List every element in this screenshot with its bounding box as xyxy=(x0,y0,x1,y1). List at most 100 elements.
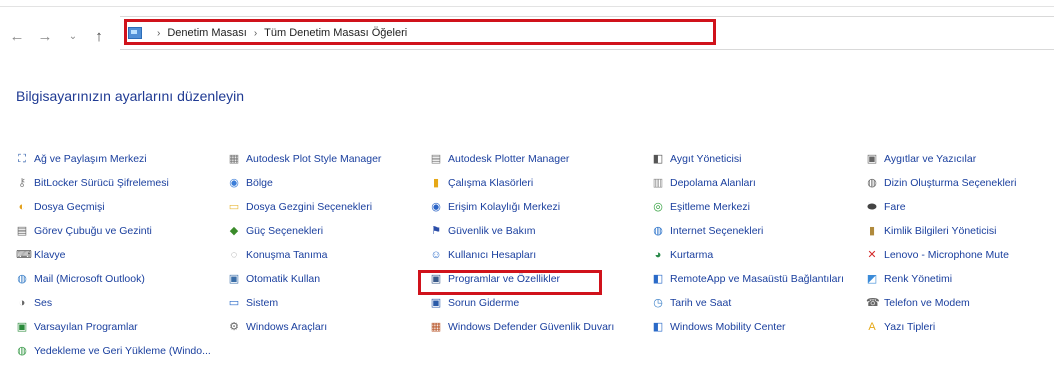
control-panel-item[interactable]: ◉ Erişim Kolaylığı Merkezi xyxy=(430,198,560,216)
navigation-forward: → xyxy=(34,26,56,46)
control-panel-item-label: Yedekleme ve Geri Yükleme (Windo... xyxy=(34,345,211,357)
speech-icon: ◌ xyxy=(230,249,238,261)
folder-options-icon: ▭ xyxy=(228,201,240,213)
back-arrow-icon[interactable]: ← xyxy=(6,26,28,46)
date-time-icon: ◷ xyxy=(653,297,663,309)
control-panel-item[interactable]: ◷ Tarih ve Saat xyxy=(652,294,731,312)
control-panel-item[interactable]: ▦ Windows Defender Güvenlik Duvarı xyxy=(430,318,615,336)
control-panel-item[interactable]: ⛶ Ağ ve Paylaşım Merkezi xyxy=(16,150,146,168)
control-panel-item-label: Fare xyxy=(884,201,906,213)
control-panel-item-label: Görev Çubuğu ve Gezinti xyxy=(34,225,152,237)
control-panel-item[interactable]: ⬬ Fare xyxy=(866,198,906,216)
color-icon: ◩ xyxy=(866,273,878,285)
control-panel-item[interactable]: ▤ Autodesk Plotter Manager xyxy=(430,150,570,168)
fonts-icon: A xyxy=(868,321,876,333)
control-panel-item[interactable]: ◍ Mail (Microsoft Outlook) xyxy=(16,270,145,288)
control-panel-item[interactable]: ▣ Otomatik Kullan xyxy=(228,270,320,288)
control-panel-item[interactable]: ⚷ BitLocker Sürücü Şifrelemesi xyxy=(16,174,169,192)
control-panel-item[interactable]: ◩ Renk Yönetimi xyxy=(866,270,952,288)
control-panel-item-label: Kimlik Bilgileri Yöneticisi xyxy=(884,225,997,237)
control-panel-item[interactable]: ▮ Çalışma Klasörleri xyxy=(430,174,533,192)
control-panel-item[interactable]: ◆ Güç Seçenekleri xyxy=(228,222,323,240)
microphone-mute-icon: ✕ xyxy=(867,249,877,261)
credential-icon: ▮ xyxy=(868,225,876,237)
control-panel-item-label: Internet Seçenekleri xyxy=(670,225,764,237)
control-panel-item-label: Klavye xyxy=(34,249,66,261)
control-panel-item[interactable]: ◐ Dosya Geçmişi xyxy=(16,198,105,216)
control-panel-item-label: Kullanıcı Hesapları xyxy=(448,249,537,261)
control-panel-item[interactable]: ◍ Internet Seçenekleri xyxy=(652,222,763,240)
control-panel-item[interactable]: ▣ Sorun Giderme xyxy=(430,294,519,312)
control-panel-item-label: Güvenlik ve Bakım xyxy=(448,225,536,237)
control-panel-item[interactable]: ☺ Kullanıcı Hesapları xyxy=(430,246,536,264)
control-panel-item-label: Telefon ve Modem xyxy=(884,297,970,309)
control-panel-item[interactable]: ▭ Dosya Gezgini Seçenekleri xyxy=(228,198,372,216)
user-accounts-icon: ☺ xyxy=(430,249,442,261)
control-panel-item-label: Yazı Tipleri xyxy=(884,321,936,333)
control-panel-item-label: Güç Seçenekleri xyxy=(246,225,324,237)
control-panel-item-label: Bölge xyxy=(246,177,273,189)
control-panel-item[interactable]: ⚑ Güvenlik ve Bakım xyxy=(430,222,536,240)
control-panel-item[interactable]: ◌ Konuşma Tanıma xyxy=(228,246,328,264)
control-panel-item-label: Kurtarma xyxy=(670,249,714,261)
firewall-icon: ▦ xyxy=(430,321,442,333)
accessibility-icon: ◉ xyxy=(431,201,441,213)
programs-highlight-box xyxy=(418,270,602,295)
power-icon: ◆ xyxy=(229,225,239,237)
recent-locations-chevron-icon[interactable]: ⌄ xyxy=(62,26,84,46)
control-panel-item-label: Çalışma Klasörleri xyxy=(448,177,534,189)
control-panel-item-label: Erişim Kolaylığı Merkezi xyxy=(448,201,561,213)
printer-icon: ▣ xyxy=(866,153,878,165)
control-panel-item-label: Sorun Giderme xyxy=(448,297,520,309)
control-panel-item[interactable]: ◍ Dizin Oluşturma Seçenekleri xyxy=(866,174,1016,192)
control-panel-item-label: Windows Defender Güvenlik Duvarı xyxy=(448,321,615,333)
control-panel-item[interactable]: ✕ Lenovo - Microphone Mute xyxy=(866,246,1009,264)
windows-tools-icon: ⚙ xyxy=(229,321,239,333)
control-panel-item[interactable]: ⌨ Klavye xyxy=(16,246,66,264)
control-panel-item-label: Aygıtlar ve Yazıcılar xyxy=(884,153,977,165)
control-panel-item[interactable]: ◍ Yedekleme ve Geri Yükleme (Windo... xyxy=(16,342,211,360)
forward-arrow-icon[interactable]: → xyxy=(34,26,56,46)
mobility-icon: ◧ xyxy=(652,321,664,333)
control-panel-item[interactable]: ▥ Depolama Alanları xyxy=(652,174,756,192)
navigation-buttons: ← xyxy=(6,26,28,46)
default-programs-icon: ▣ xyxy=(16,321,28,333)
system-icon: ▭ xyxy=(228,297,240,309)
security-flag-icon: ⚑ xyxy=(431,225,441,237)
page-title: Bilgisayarınızın ayarlarını düzenleyin xyxy=(16,88,245,104)
control-panel-item-label: Varsayılan Programlar xyxy=(34,321,138,333)
control-panel-item-label: Tarih ve Saat xyxy=(670,297,732,309)
control-panel-item[interactable]: ▣ Varsayılan Programlar xyxy=(16,318,138,336)
control-panel-item-label: BitLocker Sürücü Şifrelemesi xyxy=(34,177,169,189)
address-highlight-box xyxy=(124,19,716,45)
control-panel-item[interactable]: ▦ Autodesk Plot Style Manager xyxy=(228,150,382,168)
control-panel-item[interactable]: ⚙ Windows Araçları xyxy=(228,318,327,336)
control-panel-item[interactable]: ◕ Kurtarma xyxy=(652,246,714,264)
mail-icon: ◍ xyxy=(17,273,27,285)
control-panel-item[interactable]: ▤ Görev Çubuğu ve Gezinti xyxy=(16,222,152,240)
control-panel-item-label: Windows Mobility Center xyxy=(670,321,786,333)
control-panel-item[interactable]: ◧ Aygıt Yöneticisi xyxy=(652,150,742,168)
mouse-icon: ⬬ xyxy=(867,201,877,213)
autoplay-icon: ▣ xyxy=(228,273,240,285)
control-panel-item[interactable]: ▣ Aygıtlar ve Yazıcılar xyxy=(866,150,976,168)
control-panel-item[interactable]: ◎ Eşitleme Merkezi xyxy=(652,198,750,216)
control-panel-item-label: Autodesk Plot Style Manager xyxy=(246,153,382,165)
control-panel-item[interactable]: ▭ Sistem xyxy=(228,294,278,312)
control-panel-item[interactable]: ☎ Telefon ve Modem xyxy=(866,294,970,312)
storage-icon: ▥ xyxy=(652,177,664,189)
network-icon: ⛶ xyxy=(18,153,26,165)
control-panel-item[interactable]: ◧ Windows Mobility Center xyxy=(652,318,786,336)
control-panel-item-label: Depolama Alanları xyxy=(670,177,756,189)
control-panel-item[interactable]: A Yazı Tipleri xyxy=(866,318,935,336)
phone-modem-icon: ☎ xyxy=(866,297,880,309)
file-history-icon: ◐ xyxy=(18,201,26,213)
sync-icon: ◎ xyxy=(653,201,663,213)
sound-icon: ◑ xyxy=(18,297,26,309)
control-panel-item-label: Otomatik Kullan xyxy=(246,273,321,285)
control-panel-item[interactable]: ◑ Ses xyxy=(16,294,52,312)
control-panel-item[interactable]: ◉ Bölge xyxy=(228,174,273,192)
control-panel-item[interactable]: ▮ Kimlik Bilgileri Yöneticisi xyxy=(866,222,996,240)
up-arrow-icon[interactable]: ↑ xyxy=(88,26,110,46)
control-panel-item[interactable]: ◧ RemoteApp ve Masaüstü Bağlantıları xyxy=(652,270,844,288)
